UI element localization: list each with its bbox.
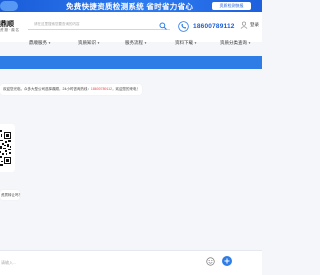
message-input[interactable] [1,258,201,266]
site-header: 鼎顺 资 服 · 鼎 名 18600789112 登录 鼎顺服务▼ 资质知识▼ … [0,12,262,45]
nav-item-service[interactable]: 鼎顺服务▼ [29,40,51,46]
qr-code-image [0,128,12,168]
nav-item-label: 服务流程 [125,40,143,45]
chevron-down-icon: ▼ [248,41,251,45]
nav-item-downloads[interactable]: 资料下载▼ [175,40,197,46]
message-text: ，欢迎您的来电！ [112,87,141,91]
nav-item-label: 资质知识 [78,40,96,45]
main-nav: 鼎顺服务▼ 资质知识▼ 服务流程▼ 资料下载▼ 资质分类查询▼ [0,40,262,50]
visitor-message: 资质转让吗？ [0,190,22,200]
chevron-down-icon: ▼ [144,41,147,45]
chat-message-area[interactable]: 欢迎您光临，众多大型公司选择鼎顺，24小时咨询热线：18600789112，欢迎… [0,69,262,249]
chat-input-bar [0,250,262,275]
banner-logo [0,1,18,11]
nav-item-process[interactable]: 服务流程▼ [125,40,147,46]
hotline-number: 18600789112 [193,23,235,30]
banner-button[interactable]: 资质检测快报 [212,2,251,10]
chevron-down-icon: ▼ [97,41,100,45]
nav-item-category-query[interactable]: 资质分类查询▼ [220,40,251,46]
search-box [28,19,170,30]
promo-banner[interactable]: 免费快捷资质检测系统 省时省力省心 资质检测快报 [0,0,262,12]
chevron-down-icon: ▼ [194,41,197,45]
nav-item-label: 资料下载 [175,40,193,45]
plus-icon [224,258,230,264]
send-button[interactable] [222,256,232,266]
banner-text: 免费快捷资质检测系统 省时省力省心 [66,2,194,11]
chevron-down-icon: ▼ [48,41,51,45]
login-link[interactable]: 登录 [250,22,259,28]
qr-code-card [0,124,15,172]
welcome-message: 欢迎您光临，众多大型公司选择鼎顺，24小时咨询热线：18600789112，欢迎… [0,84,142,95]
brand-tagline: 资 服 · 鼎 名 [0,28,20,32]
search-input[interactable] [34,21,154,27]
chat-window-header[interactable] [0,56,262,69]
emoji-icon[interactable] [206,257,215,266]
phone-icon [178,21,189,32]
nav-item-label: 资质分类查询 [220,40,247,45]
user-icon[interactable] [240,21,248,29]
nav-item-knowledge[interactable]: 资质知识▼ [78,40,100,46]
message-text: 欢迎您光临，众多大型公司选择鼎顺，24小时咨询热线： [3,87,91,91]
search-icon[interactable] [159,22,167,30]
nav-item-label: 鼎顺服务 [29,40,47,45]
message-phone-highlight: 18600789112 [90,87,113,91]
